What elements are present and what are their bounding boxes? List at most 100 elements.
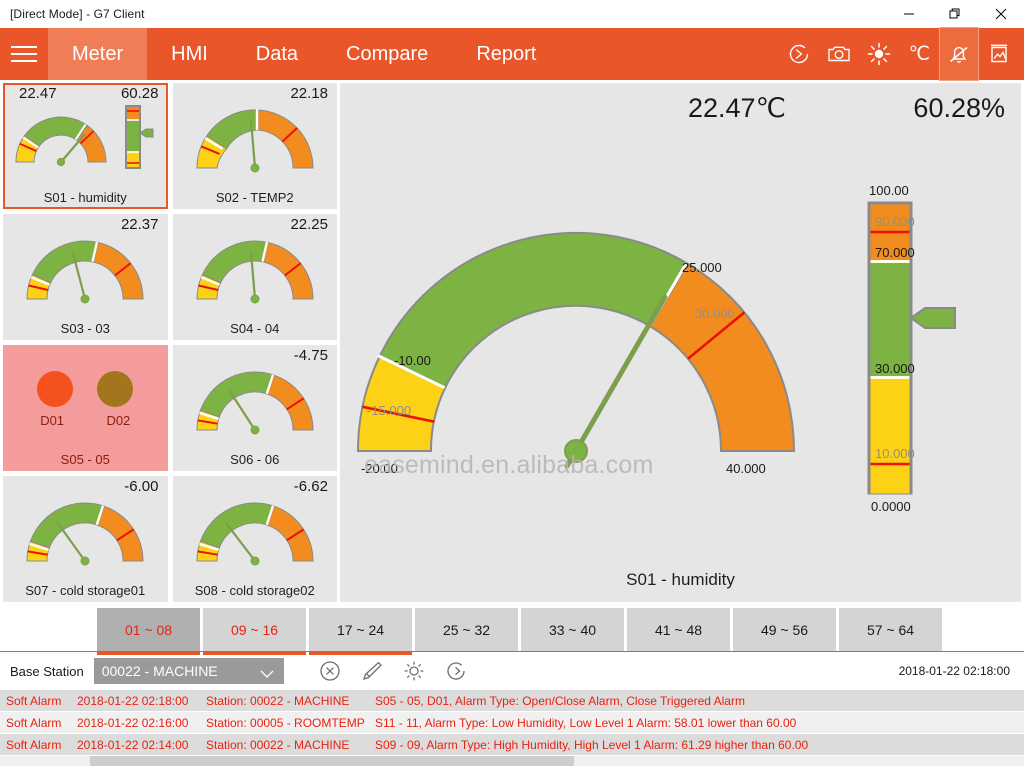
alarm-type: Soft Alarm [6, 716, 68, 730]
sensor-tile-s04-label: S04 - 04 [173, 321, 338, 336]
restore-button[interactable] [932, 0, 978, 28]
page-tab-25-32[interactable]: 25 ~ 32 [415, 608, 518, 651]
scroll-left-button[interactable] [0, 756, 12, 766]
tab-data[interactable]: Data [232, 28, 322, 80]
gauge-tick-high: 25.000 [682, 260, 722, 275]
page-tab-49-56[interactable]: 49 ~ 56 [733, 608, 836, 651]
page-tab-09-16[interactable]: 09 ~ 16 [203, 608, 306, 651]
mini-gauge-icon [15, 231, 155, 309]
minimize-button[interactable] [886, 0, 932, 28]
alarm-station: Station: 00005 - ROOMTEMP [206, 716, 366, 730]
sensor-tile-s06[interactable]: -4.75 [173, 345, 338, 471]
page-tab-01-08[interactable]: 01 ~ 08 [97, 608, 200, 651]
gauge-tick-min: -20.00 [361, 461, 398, 476]
main-gauge[interactable]: -20.00 -10.00 25.000 40.000 -15.000 30.0… [348, 193, 818, 498]
camera-icon[interactable] [820, 28, 858, 80]
brightness-icon[interactable] [860, 28, 898, 80]
page-tab-09-16-label: 09 ~ 16 [231, 622, 278, 638]
page-tab-57-64[interactable]: 57 ~ 64 [839, 608, 942, 651]
horizontal-scrollbar[interactable] [0, 756, 1024, 766]
sensor-tile-s07-label: S07 - cold storage01 [3, 583, 168, 598]
sensor-tile-s05-label: S05 - 05 [3, 452, 168, 467]
page-tab-49-56-label: 49 ~ 56 [761, 622, 808, 638]
content-area: 22.47 60.28 [0, 80, 1024, 768]
celsius-unit-label: ℃ [909, 43, 930, 66]
bar-band-yellow [871, 378, 910, 494]
sensor-tile-s02[interactable]: 22.18 [173, 83, 338, 209]
sensor-tile-s04[interactable]: 22.25 [173, 214, 338, 340]
refresh-arrow-icon[interactable] [444, 659, 468, 683]
alarm-log[interactable]: Soft Alarm 2018-01-22 02:18:00 Station: … [0, 690, 1024, 756]
temperature-readout: 22.47℃ [688, 93, 786, 124]
sensor-tile-s08-label: S08 - cold storage02 [173, 583, 338, 598]
mini-gauge-icon [185, 362, 325, 440]
sensor-tile-s06-label: S06 - 06 [173, 452, 338, 467]
mini-gauge-icon [185, 231, 325, 309]
tab-report[interactable]: Report [452, 28, 560, 80]
sensor-tile-s02-label: S02 - TEMP2 [173, 190, 338, 205]
alarm-row[interactable]: Soft Alarm 2018-01-22 02:16:00 Station: … [0, 712, 1024, 734]
tab-hmi-label: HMI [171, 43, 208, 66]
sensor-tile-s08-graphics [173, 493, 338, 571]
sensor-tile-s08[interactable]: -6.62 [173, 476, 338, 602]
clear-circle-icon[interactable] [318, 659, 342, 683]
bar-tick-30: 30.000 [875, 361, 915, 376]
scroll-right-button[interactable] [1012, 756, 1024, 766]
sensor-tile-s01[interactable]: 22.47 60.28 [3, 83, 168, 209]
alarm-type: Soft Alarm [6, 738, 68, 752]
celsius-unit-icon[interactable]: ℃ [900, 28, 938, 80]
scrollbar-track[interactable] [12, 756, 1012, 766]
page-tab-41-48[interactable]: 41 ~ 48 [627, 608, 730, 651]
page-tab-57-64-label: 57 ~ 64 [867, 622, 914, 638]
sensor-tile-s01-label: S01 - humidity [3, 190, 168, 205]
sensor-tile-s06-graphics [173, 362, 338, 440]
menu-spacer [560, 28, 780, 80]
menu-icon[interactable] [0, 28, 48, 80]
alarm-detail: S11 - 11, Alarm Type: Low Humidity, Low … [375, 716, 796, 730]
page-tab-33-40[interactable]: 33 ~ 40 [521, 608, 624, 651]
tab-meter[interactable]: Meter [48, 28, 147, 80]
mini-bar-icon [120, 102, 154, 174]
alarm-detail: S09 - 09, Alarm Type: High Humidity, Hig… [375, 738, 808, 752]
status-bar: Base Station 00022 - MACHINE [0, 652, 1024, 690]
tab-compare[interactable]: Compare [322, 28, 452, 80]
mute-bell-icon[interactable] [940, 28, 978, 80]
status-timestamp: 2018-01-22 02:18:00 [899, 664, 1014, 678]
tab-report-label: Report [476, 43, 536, 66]
base-station-value: 00022 - MACHINE [102, 663, 218, 679]
base-station-select[interactable]: 00022 - MACHINE [94, 658, 284, 684]
gauge-band-orange [650, 264, 794, 451]
bar-alarm-low-label: 10.000 [875, 446, 915, 461]
alarm-row[interactable]: Soft Alarm 2018-01-22 02:18:00 Station: … [0, 690, 1024, 712]
page-tab-17-24[interactable]: 17 ~ 24 [309, 608, 412, 651]
digital-indicator-d01 [37, 371, 73, 407]
mini-gauge-icon [15, 493, 155, 571]
sensor-tile-s03[interactable]: 22.37 [3, 214, 168, 340]
alarm-station: Station: 00022 - MACHINE [206, 694, 366, 708]
digital-indicator-d01-label: D01 [28, 413, 76, 428]
sensor-tile-s05[interactable]: D01 D02 S05 - 05 [3, 345, 168, 471]
bar-tick-min: 0.0000 [871, 499, 911, 513]
bar-tick-70: 70.000 [875, 245, 915, 260]
main-gauge-graphic: -20.00 -10.00 25.000 40.000 -15.000 30.0… [348, 193, 818, 493]
gauge-tick-low: -10.00 [394, 353, 431, 368]
gauge-alarm-high-label: 30.000 [695, 306, 735, 321]
digital-indicator-labels: D01 D02 [3, 413, 168, 428]
base-station-label: Base Station [10, 664, 84, 679]
digital-indicators [3, 371, 168, 407]
sensor-tile-s03-label: S03 - 03 [3, 321, 168, 336]
digital-indicator-d02 [97, 371, 133, 407]
tab-hmi[interactable]: HMI [147, 28, 232, 80]
close-button[interactable] [978, 0, 1024, 28]
page-tab-01-08-label: 01 ~ 08 [125, 622, 172, 638]
humidity-readout: 60.28% [913, 93, 1005, 124]
edit-pencil-icon[interactable] [360, 659, 384, 683]
mini-gauge-icon [185, 493, 325, 571]
settings-gear-icon[interactable] [402, 659, 426, 683]
delete-image-icon[interactable] [980, 28, 1018, 80]
humidity-bar-gauge[interactable]: 100.00 90.000 70.000 30.000 10.000 0.000… [841, 173, 971, 518]
sensor-tile-s07[interactable]: -6.00 [3, 476, 168, 602]
scrollbar-thumb[interactable] [90, 756, 574, 766]
sync-icon[interactable] [780, 28, 818, 80]
alarm-row[interactable]: Soft Alarm 2018-01-22 02:14:00 Station: … [0, 734, 1024, 756]
